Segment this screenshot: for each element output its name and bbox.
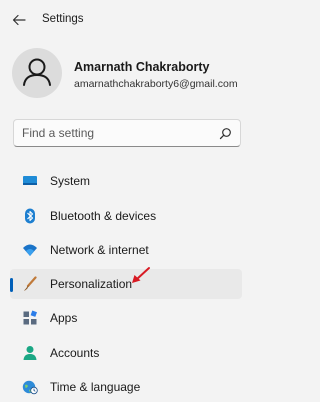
nav-item-accounts[interactable]: Accounts [10,338,242,368]
nav-item-network-internet[interactable]: Network & internet [10,235,242,265]
nav-item-label: Apps [50,311,78,325]
nav-item-time-language[interactable]: Time & language [10,372,242,402]
wifi-icon [23,244,37,256]
apps-icon [23,310,38,325]
avatar[interactable] [12,48,62,98]
search-input[interactable] [22,125,212,141]
nav-item-label: Bluetooth & devices [50,209,157,223]
nav-item-apps[interactable]: Apps [10,303,242,333]
search-box[interactable] [13,119,241,147]
nav-item-label: Personalization [50,277,133,291]
user-name: Amarnath Chakraborty [74,60,210,74]
title-bar: Settings [0,0,274,40]
user-email: amarnathchakraborty6@gmail.com [74,78,238,90]
nav-item-label: Time & language [50,380,141,394]
nav-item-personalization[interactable]: Personalization [10,269,242,299]
app-title: Settings [42,13,84,25]
nav-item-label: Accounts [50,346,100,360]
selection-indicator [10,278,13,292]
bluetooth-icon [25,208,35,224]
back-arrow-icon[interactable] [10,11,28,29]
nav-item-label: Network & internet [50,243,149,257]
person-icon [23,346,37,360]
nav-item-bluetooth-devices[interactable]: Bluetooth & devices [10,201,242,231]
search-icon[interactable] [219,127,232,140]
globe-clock-icon [22,380,38,395]
nav-item-system[interactable]: System [10,166,242,196]
annotation-arrow-icon [132,267,150,283]
person-silhouette-icon [23,58,51,86]
nav-item-label: System [50,174,91,188]
user-profile[interactable]: Amarnath Chakraborty amarnathchakraborty… [12,48,264,104]
display-icon [23,176,37,185]
brush-icon [24,276,37,291]
